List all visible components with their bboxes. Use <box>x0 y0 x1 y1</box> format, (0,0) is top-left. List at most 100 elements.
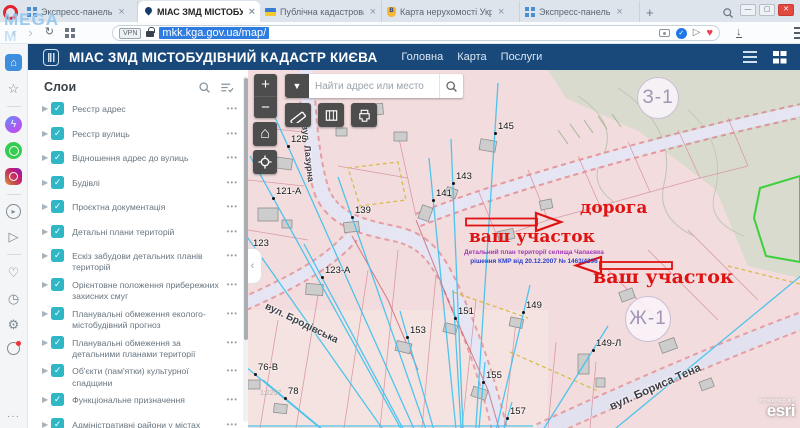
reload-button[interactable]: ↻ <box>45 27 54 38</box>
expand-caret-icon[interactable]: ▶ <box>42 202 48 211</box>
layer-checkbox[interactable]: ✓ <box>51 151 64 164</box>
layer-checkbox[interactable]: ✓ <box>51 278 64 291</box>
layer-checkbox[interactable]: ✓ <box>51 176 64 189</box>
apps-grid-icon[interactable] <box>773 51 786 64</box>
layers-search-icon[interactable] <box>198 81 211 94</box>
nav-link-2[interactable]: Послуги <box>501 51 543 63</box>
layer-checkbox[interactable]: ✓ <box>51 307 64 320</box>
expand-caret-icon[interactable]: ▶ <box>42 309 48 318</box>
layer-menu-icon[interactable]: ••• <box>227 127 238 138</box>
verified-badge-icon[interactable]: ✓ <box>676 28 687 39</box>
layer-checkbox[interactable]: ✓ <box>51 393 64 406</box>
layer-menu-icon[interactable]: ••• <box>227 418 238 428</box>
my-flow-icon[interactable]: ▷ <box>5 228 22 245</box>
address-bar[interactable]: VPN mkk.kga.gov.ua/map/ ✓ ▷ ♥ <box>112 25 720 41</box>
expand-caret-icon[interactable]: ▶ <box>42 178 48 187</box>
speed-dial-button[interactable] <box>65 28 75 38</box>
nav-link-0[interactable]: Головна <box>401 51 443 63</box>
measure-ruler-button[interactable] <box>285 103 311 127</box>
send-to-flow-icon[interactable]: ▷ <box>693 28 701 38</box>
layer-checkbox[interactable]: ✓ <box>51 418 64 428</box>
browser-tab-2[interactable]: Публічна кадастрова карта× <box>260 1 382 22</box>
expand-caret-icon[interactable]: ▶ <box>42 395 48 404</box>
zoom-in-button[interactable]: + <box>254 74 277 96</box>
messenger-icon[interactable]: ϟ <box>5 116 22 133</box>
layer-menu-icon[interactable]: ••• <box>227 364 238 375</box>
easy-setup-icon[interactable] <box>794 32 800 34</box>
back-button[interactable]: ‹ <box>12 26 16 39</box>
layer-menu-icon[interactable]: ••• <box>227 200 238 211</box>
home-extent-button[interactable]: ⌂ <box>253 122 277 146</box>
map-search-input[interactable] <box>309 74 439 98</box>
layer-checkbox[interactable]: ✓ <box>51 200 64 213</box>
layer-checkbox[interactable]: ✓ <box>51 336 64 349</box>
expand-caret-icon[interactable]: ▶ <box>42 227 48 236</box>
layer-menu-icon[interactable]: ••• <box>227 336 238 347</box>
layer-menu-icon[interactable]: ••• <box>227 278 238 289</box>
layer-checkbox[interactable]: ✓ <box>51 102 64 115</box>
maximize-button[interactable]: ▢ <box>759 4 775 16</box>
nav-link-1[interactable]: Карта <box>457 51 486 63</box>
zoom-out-button[interactable]: − <box>254 96 277 118</box>
layers-filter-icon[interactable] <box>220 81 234 94</box>
tab-close-icon[interactable]: × <box>370 6 376 18</box>
history-clock-icon[interactable]: ◷ <box>5 290 22 307</box>
expand-caret-icon[interactable]: ▶ <box>42 280 48 289</box>
print-button[interactable] <box>351 103 377 127</box>
layer-checkbox[interactable]: ✓ <box>51 127 64 140</box>
expand-caret-icon[interactable]: ▶ <box>42 104 48 113</box>
player-icon[interactable]: ▸ <box>6 204 21 219</box>
close-window-button[interactable]: ✕ <box>778 4 794 16</box>
layer-menu-icon[interactable]: ••• <box>227 393 238 404</box>
sidebar-more-icon[interactable]: ··· <box>7 411 20 422</box>
layer-menu-icon[interactable]: ••• <box>227 307 238 318</box>
expand-caret-icon[interactable]: ▶ <box>42 251 48 260</box>
expand-caret-icon[interactable]: ▶ <box>42 129 48 138</box>
map-viewport[interactable]: 125121-А139141143145123123-А76-В78153151… <box>248 70 800 428</box>
layer-menu-icon[interactable]: ••• <box>227 176 238 187</box>
url-text[interactable]: mkk.kga.gov.ua/map/ <box>159 27 269 39</box>
expand-caret-icon[interactable]: ▶ <box>42 366 48 375</box>
vpn-badge[interactable]: VPN <box>119 28 141 39</box>
bookmark-heart-icon[interactable]: ♥ <box>706 28 713 39</box>
scrollbar-thumb[interactable] <box>244 78 248 340</box>
layer-menu-icon[interactable]: ••• <box>227 225 238 236</box>
forward-button[interactable]: › <box>28 26 32 39</box>
bookmarks-star-icon[interactable]: ☆ <box>5 80 22 97</box>
map-search-button[interactable] <box>439 74 463 98</box>
browser-tab-4[interactable]: Экспресс-панель× <box>520 1 640 22</box>
expand-caret-icon[interactable]: ▶ <box>42 420 48 428</box>
tab-close-icon[interactable]: × <box>498 6 504 18</box>
expand-caret-icon[interactable]: ▶ <box>42 153 48 162</box>
overview-map-button[interactable] <box>318 103 344 127</box>
layer-checkbox[interactable]: ✓ <box>51 364 64 377</box>
browser-tab-0[interactable]: Экспресс-панель× <box>22 1 138 22</box>
locate-button[interactable] <box>253 150 277 174</box>
tab-search-icon[interactable] <box>722 7 734 19</box>
easy-setup-bulb-icon[interactable] <box>7 342 20 355</box>
layer-checkbox[interactable]: ✓ <box>51 249 64 262</box>
speed-dial-home-icon[interactable]: ⌂ <box>5 54 22 71</box>
expand-caret-icon[interactable]: ▶ <box>42 338 48 347</box>
tab-close-icon[interactable]: × <box>118 6 124 18</box>
search-dropdown-button[interactable]: ▼ <box>285 74 309 98</box>
tab-close-icon[interactable]: × <box>249 6 255 18</box>
tab-close-icon[interactable]: × <box>616 6 622 18</box>
whatsapp-icon[interactable] <box>5 142 22 159</box>
layer-menu-icon[interactable]: ••• <box>227 151 238 162</box>
browser-tab-1[interactable]: МІАС ЗМД МІСТОБУДІВНИЙ× <box>138 1 260 22</box>
layer-menu-icon[interactable]: ••• <box>227 249 238 260</box>
browser-tab-3[interactable]: BКарта нерухомості України× <box>382 1 520 22</box>
downloads-icon[interactable]: ↓ <box>736 27 742 38</box>
instagram-icon[interactable] <box>5 168 22 185</box>
new-tab-button[interactable]: + <box>640 5 660 20</box>
panel-collapse-button[interactable]: ‹ <box>248 248 262 284</box>
snapshot-icon[interactable] <box>659 29 670 37</box>
heart-icon[interactable]: ♡ <box>5 264 22 281</box>
legend-list-icon[interactable] <box>743 56 757 58</box>
minimize-button[interactable]: — <box>740 4 756 16</box>
layer-menu-icon[interactable]: ••• <box>227 102 238 113</box>
opera-logo-icon[interactable] <box>3 5 18 20</box>
settings-gear-icon[interactable]: ⚙ <box>5 316 22 333</box>
layer-checkbox[interactable]: ✓ <box>51 225 64 238</box>
